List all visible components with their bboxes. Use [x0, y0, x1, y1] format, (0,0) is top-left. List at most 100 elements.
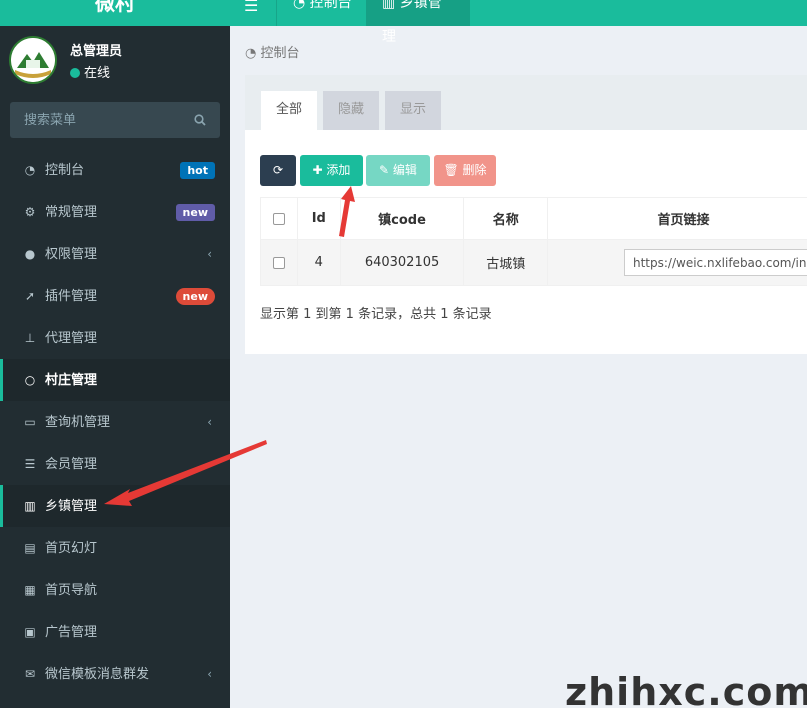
tab-shown[interactable]: 显示 [385, 91, 441, 130]
chevron-left-icon: ‹ [207, 415, 212, 429]
dashboard-icon: ◔ [293, 0, 310, 11]
content-panel: 全部 隐藏 显示 ⟳ ✚ 添加 ✎ 编辑 🗑 删除 Id 镇code 名称 首页… [245, 75, 807, 354]
sidebar-item-label: 村庄管理 [45, 373, 98, 388]
sidebar-item-towns[interactable]: ▥ 乡镇管理 [0, 485, 230, 527]
group-icon: ● [24, 247, 36, 261]
user-panel: 总管理员 在线 [0, 34, 230, 90]
new-badge: new [175, 288, 215, 305]
user-name: 总管理员 [70, 44, 123, 59]
watermark: zhihxc.com [565, 670, 807, 708]
plus-icon: ✚ [312, 163, 327, 177]
sidebar-item-dashboard[interactable]: ◔ 控制台 hot [0, 149, 230, 191]
edit-button[interactable]: ✎ 编辑 [366, 155, 430, 186]
sidebar-item-home-nav[interactable]: ▦ 首页导航 [0, 569, 230, 611]
bank-icon: ▥ [382, 0, 400, 11]
new-badge: new [175, 204, 215, 221]
chevron-left-icon: ‹ [207, 667, 212, 681]
avatar [9, 36, 57, 84]
laptop-icon: ▭ [24, 415, 36, 429]
col-code[interactable]: 镇code [339, 197, 465, 240]
sitemap-icon: ⊥ [24, 331, 36, 345]
envelope-icon: ✉ [24, 667, 36, 681]
sidebar-item-permissions[interactable]: ● 权限管理 ‹ [0, 233, 230, 275]
select-all-checkbox[interactable] [272, 212, 285, 225]
sidebar-item-label: 控制台 [45, 163, 85, 178]
user-status-label: 在线 [84, 66, 111, 81]
towns-table: Id 镇code 名称 首页链接 4 640302105 古城镇 [260, 197, 807, 286]
sidebar-item-members[interactable]: ☰ 会员管理 ‹ [0, 443, 230, 485]
sidebar-item-kiosks[interactable]: ▭ 查询机管理 ‹ [0, 401, 230, 443]
menu-toggle-icon[interactable]: ☰ [244, 0, 258, 15]
ad-icon: ▣ [24, 625, 36, 639]
logo[interactable]: 微村 [0, 0, 230, 26]
home-link-input[interactable] [624, 249, 807, 276]
add-button[interactable]: ✚ 添加 [300, 155, 363, 186]
breadcrumb[interactable]: ◔ 控制台 [245, 42, 300, 61]
sidebar-item-plugins[interactable]: ➚ 插件管理 new [0, 275, 230, 317]
refresh-button[interactable]: ⟳ [260, 155, 296, 186]
menu-search [10, 102, 220, 138]
sidebar-item-villages[interactable]: ○ 村庄管理 [0, 359, 230, 401]
sidebar-menu: ◔ 控制台 hot ⚙ 常规管理 new ● 权限管理 ‹ ➚ 插件管理 new ⊥ 代理管理 ○… [0, 149, 230, 695]
search-icon[interactable] [194, 114, 206, 126]
sidebar-item-label: 查询机管理 [45, 415, 111, 430]
pencil-icon: ✎ [379, 163, 393, 177]
circle-icon: ○ [24, 373, 36, 387]
sidebar-item-agents[interactable]: ⊥ 代理管理 [0, 317, 230, 359]
grid-icon: ▦ [24, 583, 36, 597]
table-row[interactable]: 4 640302105 古城镇 [260, 239, 807, 286]
dashboard-icon: ◔ [245, 46, 261, 61]
sidebar-item-general[interactable]: ⚙ 常规管理 new [0, 191, 230, 233]
chevron-left-icon: ‹ [207, 247, 212, 261]
list-icon: ☰ [24, 457, 36, 471]
sidebar-item-label: 插件管理 [45, 289, 98, 304]
breadcrumb-label: 控制台 [260, 46, 300, 61]
tab-hidden[interactable]: 隐藏 [323, 91, 379, 130]
cell-name: 古城镇 [463, 239, 548, 286]
sidebar-item-label: 首页幻灯 [45, 541, 98, 556]
delete-button[interactable]: 🗑 删除 [434, 155, 496, 186]
sidebar-item-label: 广告管理 [45, 625, 98, 640]
search-input[interactable] [10, 102, 190, 138]
sidebar-item-label: 会员管理 [45, 457, 98, 472]
row-checkbox[interactable] [272, 256, 285, 269]
tab-all[interactable]: 全部 [261, 91, 317, 130]
sidebar-item-label: 首页导航 [45, 583, 98, 598]
sidebar: 微村 总管理员 在线 ◔ 控制台 hot ⚙ 常规管理 new ● 权限管理 ‹ ➚ 插件管理… [0, 0, 230, 708]
add-label: 添加 [326, 163, 351, 177]
chevron-left-icon: ‹ [207, 457, 212, 471]
sidebar-item-ads[interactable]: ▣ 广告管理 [0, 611, 230, 653]
cell-id: 4 [296, 239, 341, 286]
col-id[interactable]: Id [296, 197, 341, 240]
sidebar-item-slides[interactable]: ▤ 首页幻灯 [0, 527, 230, 569]
trash-icon: 🗑 [443, 163, 463, 177]
user-status: 在线 [70, 62, 110, 81]
rocket-icon: ➚ [24, 289, 36, 303]
select-all-cell [260, 197, 298, 240]
top-navbar: ☰ ◔ 控制台 ▥ 乡镇管理 [230, 0, 807, 45]
sidebar-item-wechat-broadcast[interactable]: ✉ 微信模板消息群发 ‹ [0, 653, 230, 695]
cogs-icon: ⚙ [24, 205, 36, 219]
edit-label: 编辑 [392, 163, 417, 177]
top-tab-dashboard[interactable]: ◔ 控制台 [276, 0, 368, 26]
col-name[interactable]: 名称 [463, 197, 548, 240]
sidebar-item-label: 乡镇管理 [45, 499, 98, 514]
cell-code: 640302105 [339, 239, 465, 286]
top-tab-label: 控制台 [309, 0, 352, 11]
sidebar-item-label: 代理管理 [45, 331, 98, 346]
panel-tabs: 全部 隐藏 显示 [245, 75, 807, 130]
sidebar-item-label: 微信模板消息群发 [45, 667, 150, 682]
refresh-icon: ⟳ [272, 163, 284, 177]
col-link[interactable]: 首页链接 [547, 197, 807, 240]
sidebar-item-label: 权限管理 [45, 247, 98, 262]
table-header-row: Id 镇code 名称 首页链接 [260, 197, 807, 240]
pagination-info: 显示第 1 到第 1 条记录，总共 1 条记录 [260, 307, 492, 322]
row-select-cell [260, 239, 298, 286]
dashboard-icon: ◔ [24, 163, 36, 177]
top-tab-towns[interactable]: ▥ 乡镇管理 [366, 0, 470, 45]
online-dot-icon [70, 68, 80, 78]
bank-icon: ▥ [24, 499, 36, 513]
sidebar-item-label: 常规管理 [45, 205, 98, 220]
hot-badge: hot [180, 162, 215, 179]
film-icon: ▤ [24, 541, 36, 555]
